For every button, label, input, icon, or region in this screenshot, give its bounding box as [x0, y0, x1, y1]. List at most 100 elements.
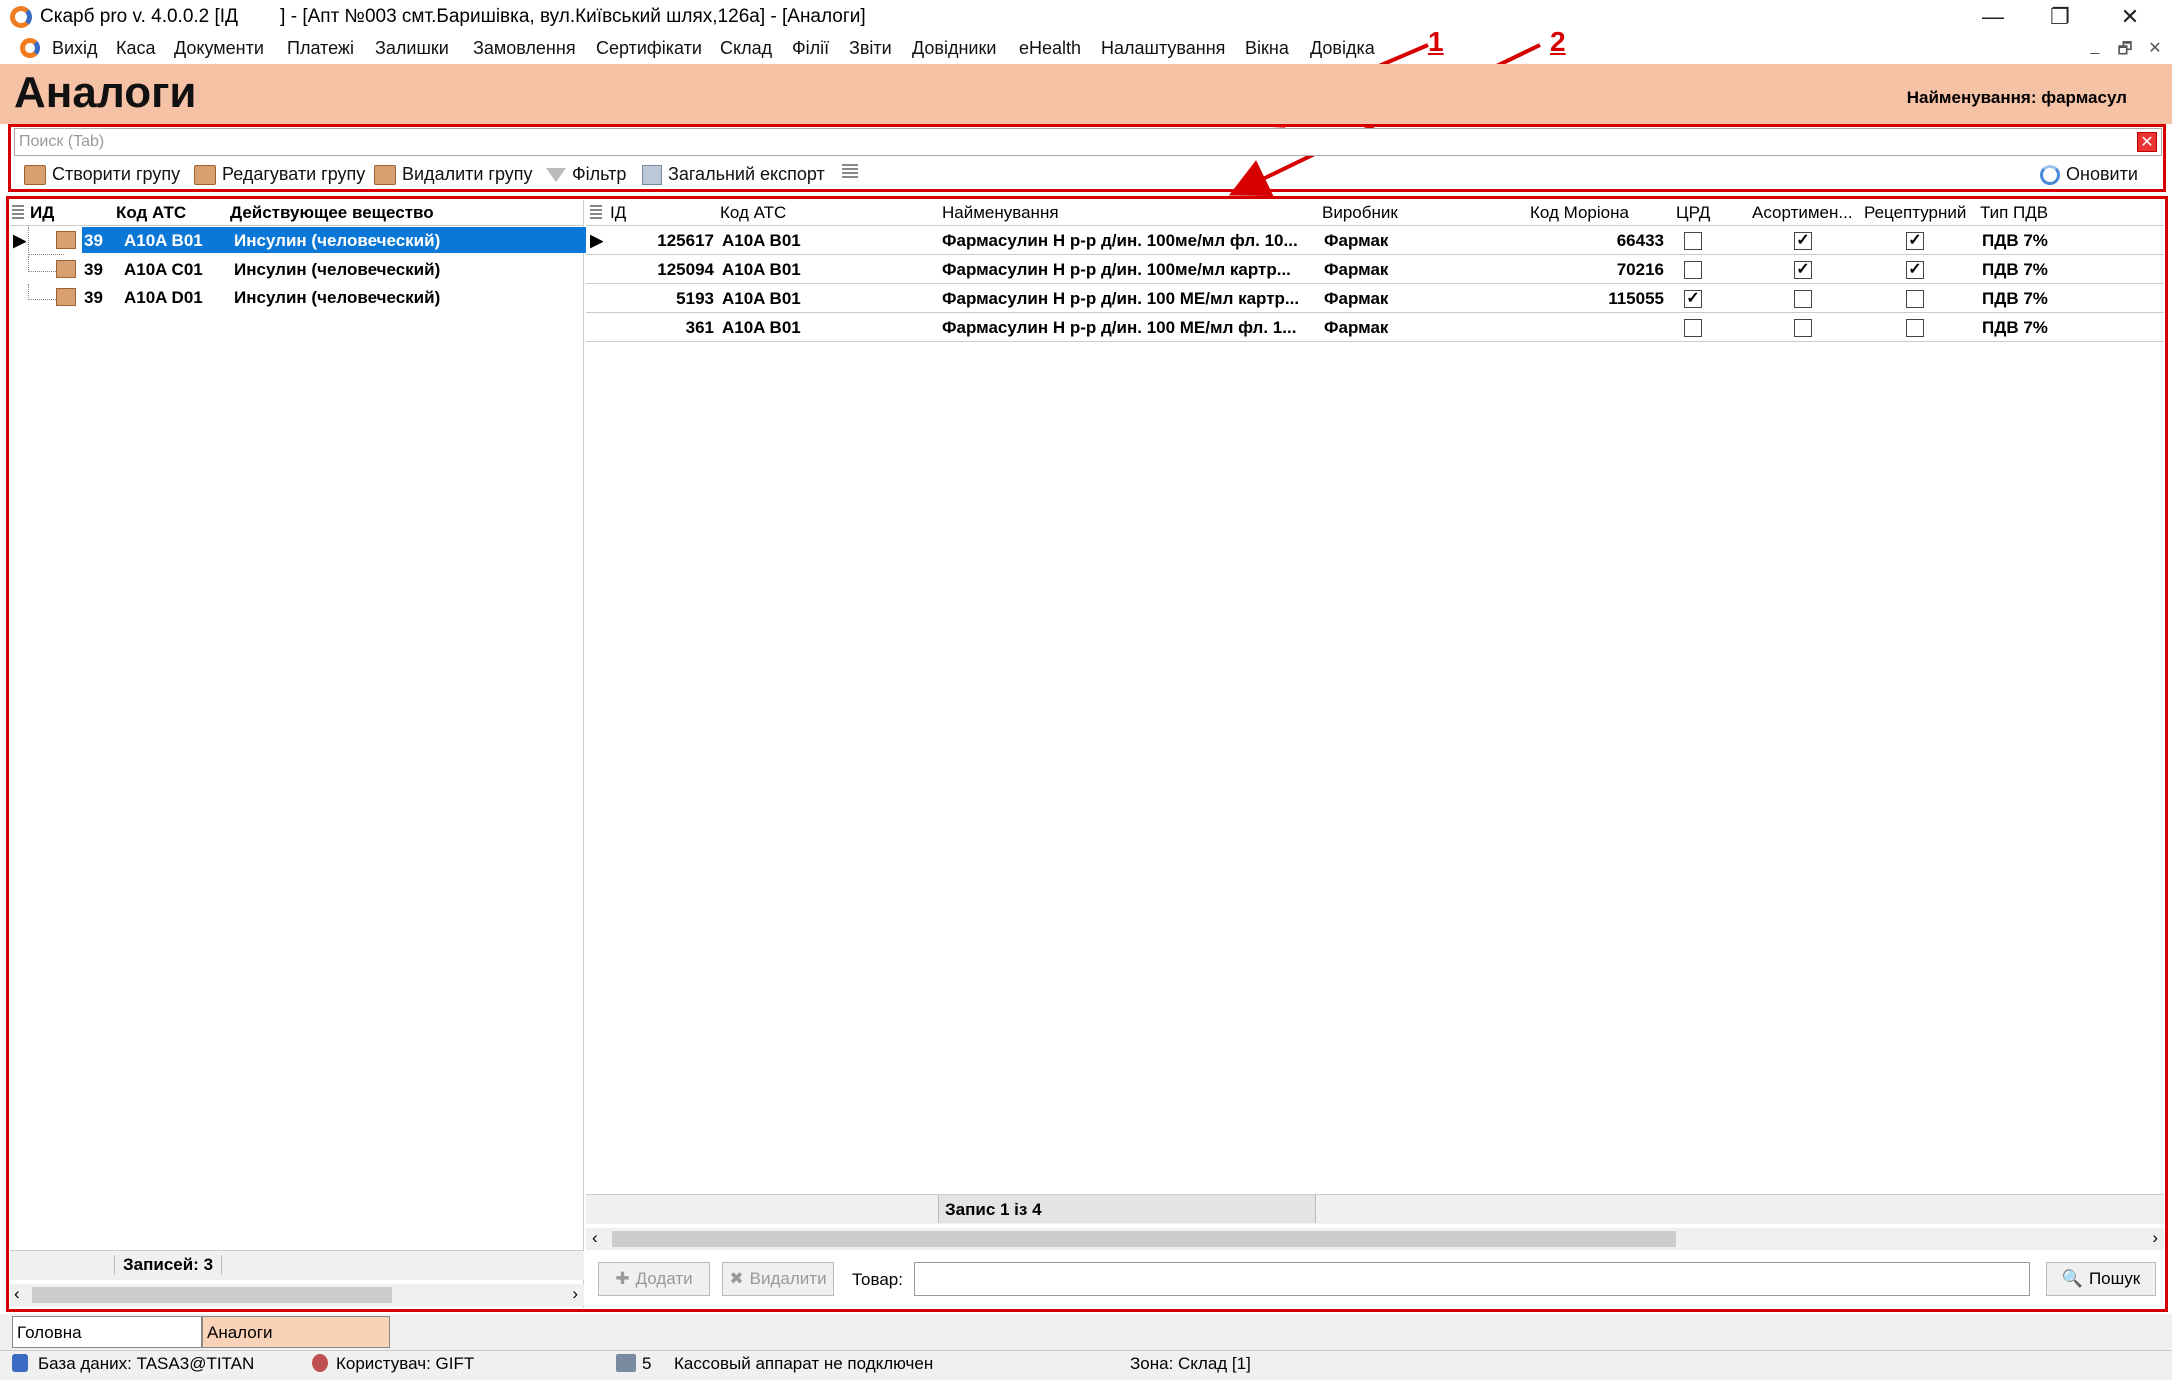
col-atc[interactable]: Код АТС: [116, 203, 186, 223]
export-button[interactable]: Загальний експорт: [642, 164, 825, 185]
col-assortment[interactable]: Асортимен...: [1752, 203, 1853, 223]
item-vat: ПДВ 7%: [1982, 318, 2048, 337]
group-substance: Инсулин (человеческий): [230, 227, 594, 253]
filter-button[interactable]: Фільтр: [546, 164, 626, 185]
group-atc: A10A B01: [122, 227, 230, 253]
left-horizontal-scrollbar[interactable]: ‹ ›: [10, 1284, 584, 1306]
prescription-checkbox[interactable]: ✓: [1906, 261, 1924, 279]
search-box: ✕: [14, 128, 2162, 156]
assortment-checkbox[interactable]: ✓: [1794, 232, 1812, 250]
prescription-checkbox[interactable]: [1906, 319, 1924, 337]
prescription-checkbox[interactable]: [1906, 290, 1924, 308]
database-icon: [12, 1354, 28, 1372]
scroll-right-icon[interactable]: ›: [572, 1284, 578, 1304]
group-substance: Инсулин (человеческий): [234, 288, 441, 307]
col-id[interactable]: ІД: [610, 203, 626, 223]
user-status: Користувач: GIFT: [336, 1354, 475, 1373]
scroll-left-icon[interactable]: ‹: [14, 1284, 20, 1304]
product-input[interactable]: [914, 1262, 2030, 1296]
left-columns-icon[interactable]: [12, 205, 24, 221]
search-button[interactable]: 🔍 Пошук: [2046, 1262, 2156, 1296]
scroll-right-icon[interactable]: ›: [2152, 1228, 2158, 1248]
left-record-count: Записей: 3: [114, 1255, 223, 1275]
assortment-checkbox[interactable]: [1794, 319, 1812, 337]
crd-checkbox[interactable]: [1684, 232, 1702, 250]
right-columns-icon[interactable]: [590, 205, 602, 221]
edit-group-button[interactable]: Редагувати групу: [194, 164, 365, 185]
assortment-checkbox[interactable]: ✓: [1794, 261, 1812, 279]
col-crd[interactable]: ЦРД: [1676, 203, 1710, 223]
col-maker[interactable]: Виробник: [1322, 203, 1398, 223]
item-vat: ПДВ 7%: [1982, 231, 2048, 250]
left-footer: Записей: 3: [10, 1250, 584, 1280]
item-maker: Фармак: [1324, 318, 1389, 337]
item-name: Фармасулин Н р-р д/ин. 100 МЕ/мл картр..…: [942, 289, 1300, 308]
right-record-count: Запис 1 із 4: [938, 1195, 1316, 1223]
columns-button[interactable]: [842, 164, 858, 180]
crd-checkbox[interactable]: [1684, 319, 1702, 337]
row-indicator-icon: ▶: [590, 231, 604, 250]
col-vat[interactable]: Тип ПДВ: [1980, 203, 2048, 223]
item-maker: Фармак: [1324, 231, 1389, 250]
group-id: 39: [82, 227, 122, 253]
table-row[interactable]: ▶ 39 A10A B01 Инсулин (человеческий): [10, 227, 594, 255]
create-group-button[interactable]: Створити групу: [24, 164, 180, 185]
database-status: База даних: TASA3@TITAN: [38, 1354, 255, 1373]
window-tabs: Головна Аналоги: [0, 1314, 2172, 1350]
item-morion: 66433: [1616, 231, 1664, 250]
item-morion: 70216: [1616, 260, 1664, 279]
table-row[interactable]: 125094 A10A B01 Фармасулин Н р-р д/ин. 1…: [586, 256, 2164, 284]
toolbar: Створити групу Редагувати групу Видалити…: [10, 160, 2165, 192]
scroll-thumb[interactable]: [32, 1287, 392, 1303]
zone-status: Зона: Склад [1]: [1130, 1354, 1251, 1373]
item-atc: A10A B01: [722, 231, 801, 250]
page-header: Аналоги Найменування: фармасул: [0, 64, 2172, 124]
assortment-checkbox[interactable]: [1794, 290, 1812, 308]
table-row[interactable]: 39 A10A D01 Инсулин (человеческий): [10, 284, 584, 312]
cash-register-status: Кассовый аппарат не подключен: [674, 1354, 934, 1373]
right-grid-header: ІД Код АТС Найменування Виробник Код Мор…: [586, 200, 2164, 226]
col-name[interactable]: Найменування: [942, 203, 1059, 223]
item-id: 125617: [657, 231, 714, 250]
col-morion[interactable]: Код Моріона: [1530, 203, 1629, 223]
item-id: 5193: [676, 289, 714, 308]
tab-home[interactable]: Головна: [12, 1316, 202, 1348]
clear-search-icon[interactable]: ✕: [2137, 132, 2157, 152]
col-id[interactable]: ИД: [30, 203, 54, 223]
delete-group-button[interactable]: Видалити групу: [374, 164, 533, 185]
crd-checkbox[interactable]: [1684, 261, 1702, 279]
group-id: 39: [84, 260, 103, 279]
crd-checkbox[interactable]: ✓: [1684, 290, 1702, 308]
col-atc[interactable]: Код АТС: [720, 203, 786, 223]
col-substance[interactable]: Действующее вещество: [230, 203, 434, 223]
connection-count: 5: [642, 1354, 652, 1373]
table-row[interactable]: 361 A10A B01 Фармасулин Н р-р д/ин. 100 …: [586, 314, 2164, 342]
refresh-button[interactable]: Оновити: [2040, 164, 2138, 185]
group-atc: A10A C01: [124, 260, 203, 279]
table-row[interactable]: 39 A10A C01 Инсулин (человеческий): [10, 256, 584, 284]
search-input[interactable]: [15, 129, 2115, 155]
delete-icon: ✖: [729, 1269, 744, 1288]
item-id: 361: [685, 318, 714, 337]
group-folder-icon: [56, 231, 76, 249]
right-horizontal-scrollbar[interactable]: ‹ ›: [586, 1228, 2164, 1250]
prescription-checkbox[interactable]: ✓: [1906, 232, 1924, 250]
groups-pane: ИД Код АТС Действующее вещество ▶ 39 A10…: [10, 200, 594, 1308]
tab-analogs[interactable]: Аналоги: [202, 1316, 390, 1348]
group-substance: Инсулин (человеческий): [234, 260, 441, 279]
item-atc: A10A B01: [722, 318, 801, 337]
items-pane: ІД Код АТС Найменування Виробник Код Мор…: [586, 200, 2164, 1308]
filter-icon: [546, 167, 566, 182]
add-button[interactable]: ✚ Додати: [598, 1262, 710, 1296]
item-vat: ПДВ 7%: [1982, 260, 2048, 279]
col-prescription[interactable]: Рецептурний: [1864, 203, 1966, 223]
group-atc: A10A D01: [124, 288, 203, 307]
delete-button[interactable]: ✖ Видалити: [722, 1262, 834, 1296]
scroll-thumb[interactable]: [612, 1231, 1676, 1247]
item-name: Фармасулин Н р-р д/ин. 100ме/мл картр...: [942, 260, 1291, 279]
table-row[interactable]: ▶ 125617 A10A B01 Фармасулин Н р-р д/ин.…: [586, 227, 2164, 255]
table-row[interactable]: 5193 A10A B01 Фармасулин Н р-р д/ин. 100…: [586, 285, 2164, 313]
item-morion: 115055: [1608, 289, 1664, 308]
scroll-left-icon[interactable]: ‹: [592, 1228, 598, 1248]
export-icon: [642, 164, 662, 185]
